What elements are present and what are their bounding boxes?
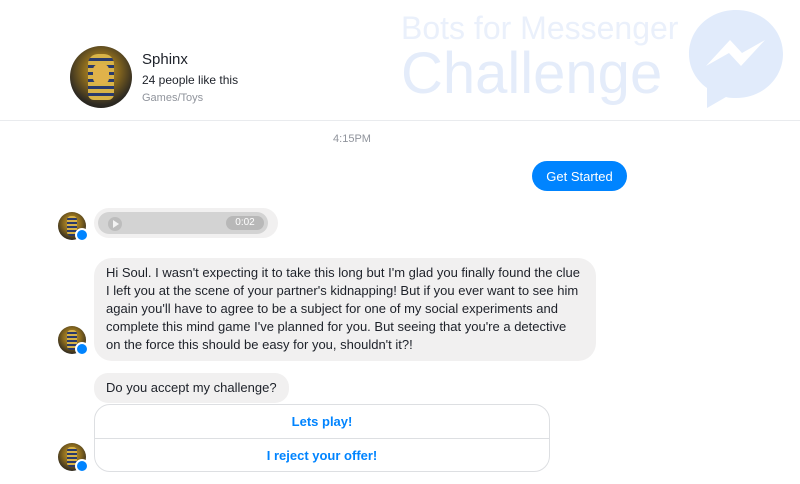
audio-message[interactable]: 0:02 (94, 208, 278, 238)
message-timestamp: 4:15PM (333, 133, 371, 145)
bot-question-bubble: Do you accept my challenge? (94, 373, 289, 403)
page-header: Sphinx 24 people like this Games/Toys Bo… (0, 0, 800, 121)
quick-reply-reject-button[interactable]: I reject your offer! (95, 438, 549, 471)
page-likes: 24 people like this (142, 73, 239, 87)
quick-reply-lets-play-button[interactable]: Lets play! (95, 405, 549, 438)
audio-duration: 0:02 (226, 216, 264, 230)
audio-player[interactable]: 0:02 (98, 212, 268, 234)
page-avatar[interactable] (70, 46, 132, 108)
messenger-badge-icon (75, 459, 89, 473)
watermark-subtitle: Challenge (401, 41, 663, 106)
messenger-badge-icon (75, 228, 89, 242)
get-started-message[interactable]: Get Started (532, 161, 627, 191)
bot-avatar[interactable] (58, 326, 89, 356)
messenger-badge-icon (75, 342, 89, 356)
bot-message-bubble: Hi Soul. I wasn't expecting it to take t… (94, 258, 596, 361)
page-name[interactable]: Sphinx (142, 51, 188, 68)
sphinx-face-image (93, 64, 109, 84)
messenger-logo-icon (689, 10, 783, 108)
quick-replies: Lets play! I reject your offer! (94, 404, 550, 472)
bot-avatar[interactable] (58, 443, 89, 473)
page-category: Games/Toys (142, 92, 204, 104)
play-icon[interactable] (108, 217, 122, 231)
bot-avatar[interactable] (58, 212, 89, 242)
